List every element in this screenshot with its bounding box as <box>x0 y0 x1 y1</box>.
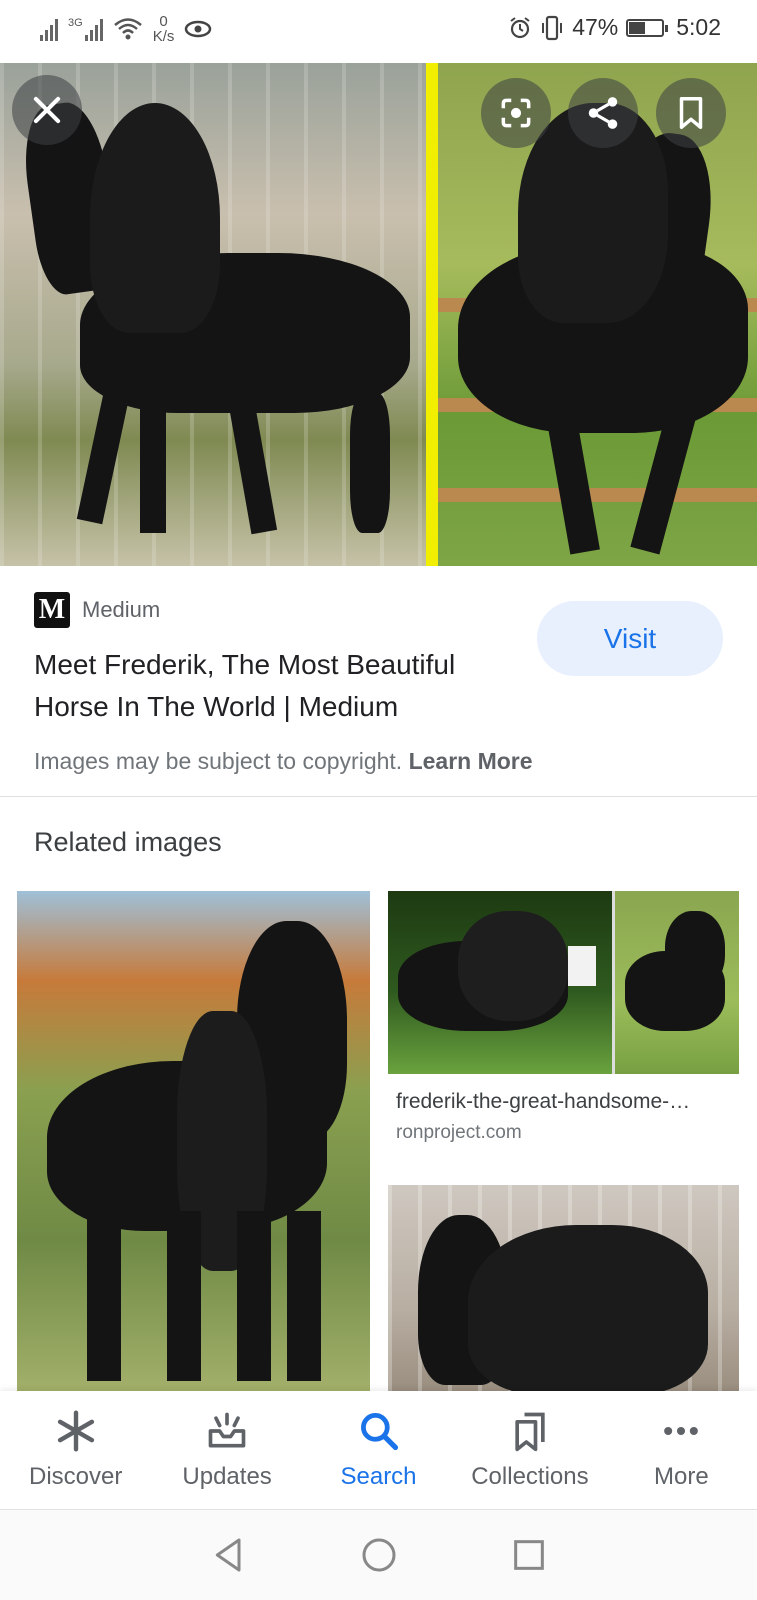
search-icon <box>360 1413 398 1451</box>
source-row[interactable]: M Medium <box>34 592 160 628</box>
hero-image[interactable] <box>0 63 757 566</box>
related-caption-site: ronproject.com <box>396 1122 522 1143</box>
status-right: 47% 5:02 <box>508 14 721 41</box>
collections-icon <box>515 1412 545 1452</box>
related-image-tile[interactable] <box>17 891 370 1391</box>
home-icon[interactable] <box>359 1535 399 1575</box>
nav-label: Discover <box>29 1463 123 1490</box>
status-bar: 3G 0 K/s 47% 5:02 <box>0 0 757 63</box>
visit-button[interactable]: Visit <box>537 601 723 676</box>
nav-label: Search <box>340 1463 417 1490</box>
battery-icon <box>626 18 669 37</box>
image-divider <box>426 63 438 566</box>
system-nav-bar <box>0 1510 757 1600</box>
nav-more[interactable]: More <box>606 1391 757 1509</box>
nav-label: Collections <box>471 1463 589 1490</box>
share-button[interactable] <box>568 78 638 148</box>
wifi-icon <box>113 18 142 40</box>
related-image-tile[interactable] <box>388 891 739 1074</box>
medium-logo: M <box>34 592 70 628</box>
related-image-tile[interactable] <box>388 1185 739 1391</box>
share-icon <box>588 97 618 129</box>
nav-search[interactable]: Search <box>303 1391 454 1509</box>
signal-3g-icon: 3G <box>68 17 103 41</box>
close-button[interactable] <box>12 75 82 145</box>
close-icon <box>33 96 61 124</box>
updates-icon <box>208 1412 246 1448</box>
nav-label: More <box>653 1463 709 1490</box>
copyright-notice: Images may be subject to copyright. Lear… <box>34 748 533 775</box>
battery-percent: 47% <box>572 14 619 40</box>
vibrate-icon <box>542 15 563 40</box>
lens-icon <box>501 98 531 128</box>
status-left: 3G 0 K/s <box>40 14 212 44</box>
nav-discover[interactable]: Discover <box>0 1391 151 1509</box>
bottom-nav: Discover Updates Search Collections More <box>0 1391 757 1509</box>
net-speed: 0 K/s <box>152 13 175 45</box>
nav-label: Updates <box>182 1463 272 1490</box>
nav-updates[interactable]: Updates <box>151 1391 302 1509</box>
section-divider <box>0 796 757 797</box>
more-icon <box>664 1426 699 1436</box>
related-caption-title[interactable]: frederik-the-great-handsome-… <box>396 1090 736 1114</box>
lens-button[interactable] <box>481 78 551 148</box>
alarm-icon <box>510 16 530 38</box>
clock: 5:02 <box>676 14 721 40</box>
back-icon[interactable] <box>209 1535 249 1575</box>
eye-icon <box>185 20 212 38</box>
result-title[interactable]: Meet Frederik, The Most Beautiful Horse … <box>34 644 504 728</box>
nav-collections[interactable]: Collections <box>454 1391 605 1509</box>
asterisk-icon <box>57 1410 94 1452</box>
source-name: Medium <box>82 597 161 622</box>
bookmark-button[interactable] <box>656 78 726 148</box>
network-type: 3G <box>68 17 83 29</box>
signal-icon <box>40 17 58 41</box>
copyright-text: Images may be subject to copyright. <box>34 748 403 774</box>
bookmark-icon <box>679 97 703 129</box>
related-images-heading: Related images <box>34 827 222 857</box>
learn-more-link[interactable]: Learn More <box>409 748 533 774</box>
recents-icon[interactable] <box>509 1535 549 1575</box>
